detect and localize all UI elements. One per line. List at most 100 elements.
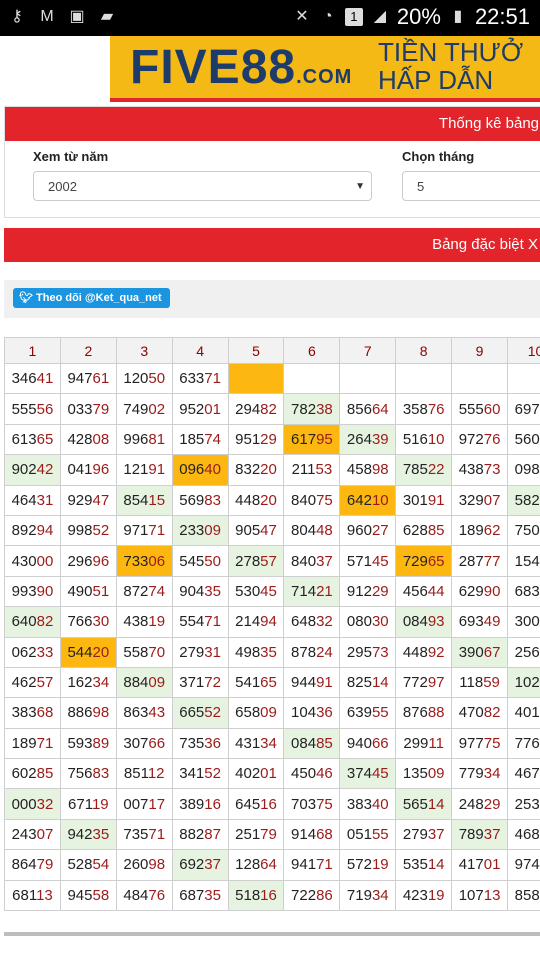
- result-cell: 99390: [4, 575, 61, 608]
- table-row: 89294 99852 97171 23309 90547 80448 96027 62885…: [4, 514, 540, 547]
- result-cell: 53514: [395, 849, 453, 881]
- result-cell: 54165: [227, 666, 285, 699]
- result-cell: 55471: [171, 606, 229, 638]
- result-cell: 45898: [339, 454, 397, 486]
- result-cell: 43134: [227, 727, 285, 760]
- table-header-row: 1 2 3 4 5 6 7 8 9 10: [4, 337, 540, 364]
- result-cell: 56514: [395, 788, 453, 820]
- result-cell: 43819: [115, 606, 173, 638]
- result-cell: 62885: [395, 514, 453, 547]
- ad-banner[interactable]: FIVE88.COM TIỀN THƯỞ HẤP DẪN: [110, 36, 540, 102]
- result-cell: 55556: [4, 393, 61, 425]
- result-cell: 46849: [507, 818, 540, 851]
- twitter-follow-button[interactable]: 🐦︎ Theo dõi @Ket_qua_net: [13, 288, 170, 308]
- wifi-icon: ◔: [323, 8, 333, 25]
- result-cell: [507, 362, 540, 395]
- special-table-header: Bảng đặc biệt X: [4, 228, 540, 262]
- result-cell: 64832: [283, 606, 341, 638]
- result-cell: 10436: [283, 697, 341, 729]
- result-cell: 85664: [339, 393, 397, 425]
- result-cell: 12864: [227, 849, 285, 881]
- table-body: 34641 94761 12050 63371 55556 03379 74902 95201…: [4, 362, 540, 912]
- result-cell: 73571: [115, 818, 173, 851]
- result-cell: 99681: [115, 423, 173, 456]
- result-cell: 00032: [4, 788, 61, 820]
- column-header: 3: [115, 337, 173, 364]
- table-row: 55556 03379 74902 95201 29482 78238 85664 35876…: [4, 393, 540, 425]
- result-cell: 71421: [283, 575, 341, 608]
- result-cell: [227, 362, 285, 395]
- result-cell: 75683: [59, 758, 117, 790]
- result-cell: 29482: [227, 393, 285, 425]
- result-cell: 69237: [171, 849, 229, 881]
- result-cell: 96027: [339, 514, 397, 547]
- result-cell: 27937: [395, 818, 453, 851]
- result-cell: 45046: [283, 758, 341, 790]
- result-cell: 08493: [395, 606, 453, 638]
- result-cell: 67119: [59, 788, 117, 820]
- result-cell: 86343: [115, 697, 173, 729]
- special-table-title: Bảng đặc biệt X: [4, 228, 540, 262]
- result-cell: 70375: [283, 788, 341, 820]
- sim-icon: 1: [344, 8, 363, 26]
- result-cell: 00717: [115, 788, 173, 820]
- result-cell: 94171: [283, 849, 341, 881]
- result-cell: 44892: [395, 636, 453, 668]
- result-cell: 64516: [227, 788, 285, 820]
- system-icons: ✕ ◔ 1 ◢ 20% ▮ 22:51: [293, 4, 530, 30]
- result-cell: [451, 362, 509, 395]
- result-cell: 61795: [283, 423, 341, 456]
- result-cell: 42808: [59, 423, 117, 456]
- result-cell: 30191: [395, 484, 453, 516]
- result-cell: 97775: [451, 727, 509, 760]
- table-row: 00032 67119 00717 38916 64516 70375 38340 56514…: [4, 788, 540, 820]
- table-bottom-border: [4, 932, 540, 936]
- chevron-down-icon: ▼: [355, 181, 365, 192]
- result-cell: 16234: [59, 666, 117, 699]
- result-cell: 45644: [395, 575, 453, 608]
- result-cell: 15497: [507, 545, 540, 577]
- result-cell: 84075: [283, 484, 341, 516]
- month-select[interactable]: 5: [402, 171, 540, 201]
- result-cell: [283, 362, 341, 395]
- result-cell: 69349: [451, 606, 509, 638]
- result-cell: 78937: [451, 818, 509, 851]
- notification-icons: ⚷ M ▣ ▰: [8, 8, 116, 26]
- result-cell: 09640: [171, 454, 229, 486]
- result-cell: 18971: [4, 727, 61, 760]
- result-cell: 63955: [339, 697, 397, 729]
- result-cell: 52854: [59, 849, 117, 881]
- result-cell: 58268: [507, 484, 540, 516]
- result-cell: 82514: [339, 666, 397, 699]
- result-cell: 25179: [227, 818, 285, 851]
- result-cell: 77934: [451, 758, 509, 790]
- table-row: 38368 88698 86343 66552 65809 10436 63955 87688…: [4, 697, 540, 729]
- table-row: 46431 92947 85415 56983 44820 84075 64210 30191…: [4, 484, 540, 516]
- result-cell: 21153: [283, 454, 341, 486]
- image-icon: ▣: [69, 8, 85, 25]
- result-cell: 30766: [115, 727, 173, 760]
- result-cell: 87274: [115, 575, 173, 608]
- column-header: 9: [451, 337, 509, 364]
- result-cell: 94066: [339, 727, 397, 760]
- column-header: 1: [4, 337, 61, 364]
- result-cell: 59389: [59, 727, 117, 760]
- year-select[interactable]: 2002 ▼: [33, 171, 372, 201]
- result-cell: 61365: [4, 423, 61, 456]
- result-cell: 71934: [339, 879, 397, 912]
- result-cell: 46759: [507, 758, 540, 790]
- result-cell: 73536: [171, 727, 229, 760]
- result-cell: 74902: [115, 393, 173, 425]
- result-cell: 05155: [339, 818, 397, 851]
- table-row: 06233 54420 55870 27931 49835 87824 29573 44892…: [4, 636, 540, 668]
- result-cell: 63371: [171, 362, 229, 395]
- result-cell: 28777: [451, 545, 509, 577]
- result-cell: 64210: [339, 484, 397, 516]
- filter-form: Xem từ năm 2002 ▼ Chọn tháng 5: [5, 141, 540, 221]
- result-cell: 26439: [339, 423, 397, 456]
- result-cell: 10218: [507, 666, 540, 699]
- result-cell: 54550: [171, 545, 229, 577]
- result-cell: 34152: [171, 758, 229, 790]
- result-cell: 25634: [507, 636, 540, 668]
- result-cell: 78238: [283, 393, 341, 425]
